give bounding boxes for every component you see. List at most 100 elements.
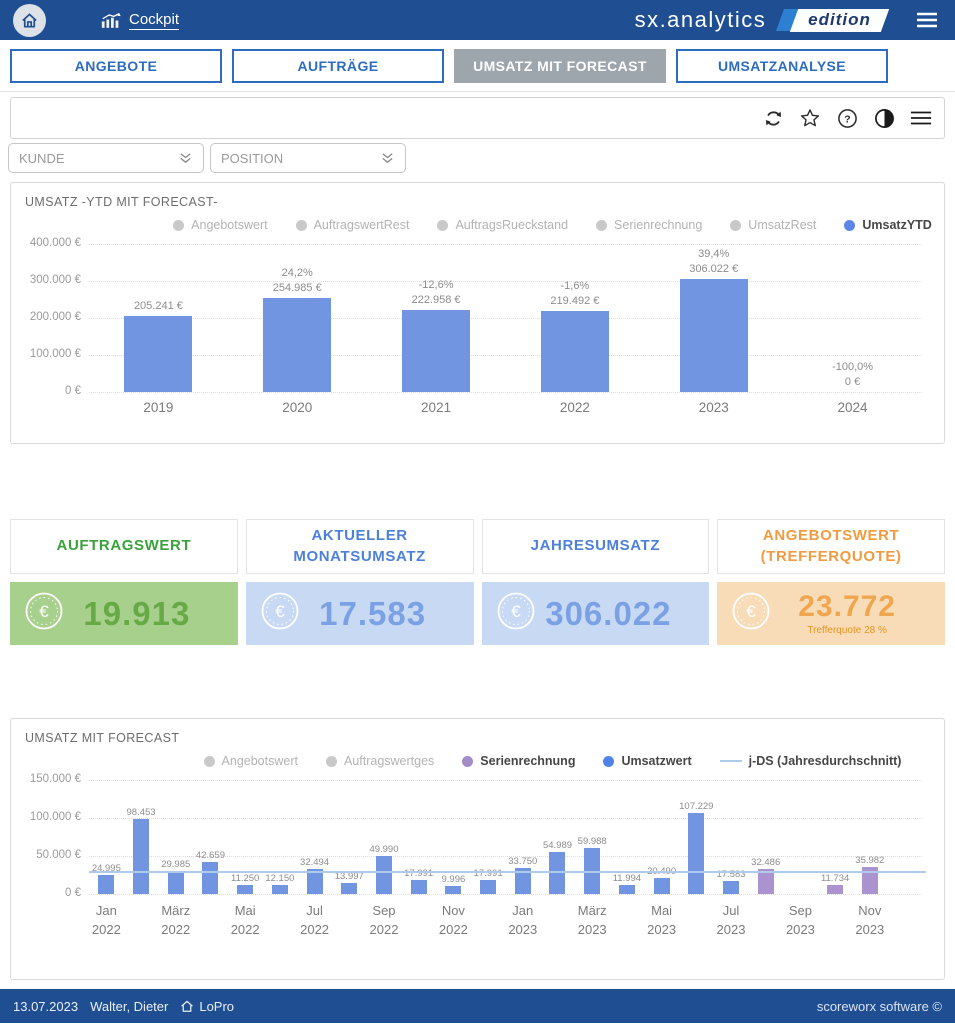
bar[interactable] (688, 813, 704, 894)
home-button[interactable] (13, 4, 46, 37)
legend-label: UmsatzYTD (862, 218, 931, 232)
kunde-select[interactable]: KUNDE (8, 143, 204, 173)
chart1-bar-group: 24,2%254.985 € (228, 244, 367, 392)
bar[interactable] (202, 862, 218, 894)
tab-umsatz-mit-forecast[interactable]: UMSATZ MIT FORECAST (454, 49, 666, 83)
chart1-bar-group: 205.241 € (89, 244, 228, 392)
legend-item[interactable]: UmsatzRest (730, 218, 816, 232)
contrast-icon[interactable] (873, 107, 895, 129)
x-axis-tick (679, 902, 714, 940)
nav-cockpit[interactable]: Cockpit (100, 11, 179, 30)
legend-item[interactable]: Serienrechnung (596, 218, 702, 232)
tab-angebote[interactable]: ANGEBOTE (10, 49, 222, 83)
kpi-title-monatsumsatz: AKTUELLER MONATSUMSATZ (246, 519, 474, 574)
kpi-value-auftragswert: € 19.913 (10, 582, 238, 645)
x-axis-tick: Jan2022 (89, 902, 124, 940)
chart2-bar-group: 29.985 (158, 780, 193, 894)
tab-umsatzanalyse[interactable]: UMSATZANALYSE (676, 49, 888, 83)
legend-label: j-DS (Jahresdurchschnitt) (749, 754, 902, 768)
legend-item[interactable]: AuftragsRueckstand (437, 218, 568, 232)
chart2-x-axis: Jan2022März2022Mai2022Jul2022Sep2022Nov2… (89, 902, 922, 940)
legend-dot-icon (173, 220, 184, 231)
chart1-legend: Angebotswert AuftragswertRest AuftragsRuec… (25, 218, 930, 232)
legend-item[interactable]: AuftragswertRest (296, 218, 410, 232)
bar[interactable] (680, 279, 748, 392)
nav-cockpit-label: Cockpit (129, 11, 179, 30)
x-axis-tick (401, 902, 436, 940)
bar[interactable] (827, 885, 843, 894)
umsatz-forecast-chart-panel: UMSATZ MIT FORECAST Angebotswert Auftrags… (10, 718, 945, 980)
bar[interactable] (376, 856, 392, 894)
tab-aufträge[interactable]: AUFTRÄGE (232, 49, 444, 83)
refresh-icon[interactable] (762, 107, 784, 129)
bar[interactable] (549, 852, 565, 894)
bar[interactable] (341, 883, 357, 894)
bar-value-label: 98.453 (127, 807, 156, 818)
favorite-star-icon[interactable] (799, 107, 821, 129)
position-select[interactable]: POSITION (210, 143, 406, 173)
x-axis-tick: Nov2022 (436, 902, 471, 940)
legend-label: Serienrechnung (480, 754, 575, 768)
bar[interactable] (402, 310, 470, 392)
bar-value-label: 17.991 (404, 868, 433, 879)
x-axis-tick: 2020 (228, 398, 367, 418)
bar-value-label: 24,2%254.985 € (273, 266, 322, 296)
x-axis-tick: März2023 (575, 902, 610, 940)
y-axis-tick: 50.000 € (36, 849, 81, 861)
x-axis-tick: Jul2023 (714, 902, 749, 940)
brand: sx.analytics edition (635, 7, 885, 33)
bar[interactable] (168, 871, 184, 894)
bar[interactable] (654, 878, 670, 894)
bar-value-label: 54.989 (543, 840, 572, 851)
svg-text:€: € (511, 602, 521, 621)
chart2-bar-group: 9.996 (436, 780, 471, 894)
chart2-bar-group: 11.250 (228, 780, 263, 894)
bar[interactable] (98, 875, 114, 894)
chart2-bar-group (783, 780, 818, 894)
bar[interactable] (723, 881, 739, 894)
bar[interactable] (124, 316, 192, 392)
x-axis-tick (124, 902, 159, 940)
bar-value-label: 205.241 € (134, 299, 183, 314)
bar[interactable] (541, 311, 609, 392)
bar[interactable] (411, 880, 427, 894)
chart2-plot-area: 150.000 €100.000 €50.000 €0 € 24.99598.4… (25, 780, 930, 894)
x-axis-tick: Mai2023 (644, 902, 679, 940)
legend-item[interactable]: Angebotswert (173, 218, 267, 232)
header-menu-button[interactable] (915, 11, 939, 29)
bar[interactable] (619, 885, 635, 894)
legend-item[interactable]: Serienrechnung (462, 754, 575, 768)
legend-item[interactable]: Umsatzwert (603, 754, 691, 768)
legend-dot-icon (437, 220, 448, 231)
bar[interactable] (480, 880, 496, 894)
bar[interactable] (445, 886, 461, 894)
bar[interactable] (272, 885, 288, 894)
euro-coin-icon: € (731, 591, 771, 636)
chart2-title: UMSATZ MIT FORECAST (25, 731, 930, 745)
help-icon[interactable]: ? (836, 107, 858, 129)
legend-item[interactable]: UmsatzYTD (844, 218, 931, 232)
y-axis-tick: 400.000 € (30, 237, 81, 249)
bar[interactable] (237, 885, 253, 894)
legend-item[interactable]: Auftragswertges (326, 754, 434, 768)
bar[interactable] (263, 298, 331, 392)
legend-item[interactable]: j-DS (Jahresdurchschnitt) (720, 754, 902, 768)
y-axis-tick: 0 € (65, 887, 81, 899)
kpi-title-jahresumsatz: JAHRESUMSATZ (482, 519, 710, 574)
x-axis-tick: Sep2023 (783, 902, 818, 940)
chart2-bar-group: 20.490 (644, 780, 679, 894)
chart1-bar-group: 39,4%306.022 € (644, 244, 783, 392)
chart2-bar-group: 24.995 (89, 780, 124, 894)
x-axis-tick: 2019 (89, 398, 228, 418)
double-chevron-down-icon (380, 151, 395, 165)
x-axis-tick: Jul2022 (297, 902, 332, 940)
bar[interactable] (133, 819, 149, 894)
footer-project: LoPro (180, 999, 234, 1014)
legend-dot-icon (603, 756, 614, 767)
legend-label: Angebotswert (222, 754, 298, 768)
toolbar-menu-icon[interactable] (910, 107, 932, 129)
legend-item[interactable]: Angebotswert (204, 754, 298, 768)
legend-label: Angebotswert (191, 218, 267, 232)
chart2-bar-group: 54.989 (540, 780, 575, 894)
chart1-x-axis: 201920202021202220232024 (89, 398, 922, 418)
